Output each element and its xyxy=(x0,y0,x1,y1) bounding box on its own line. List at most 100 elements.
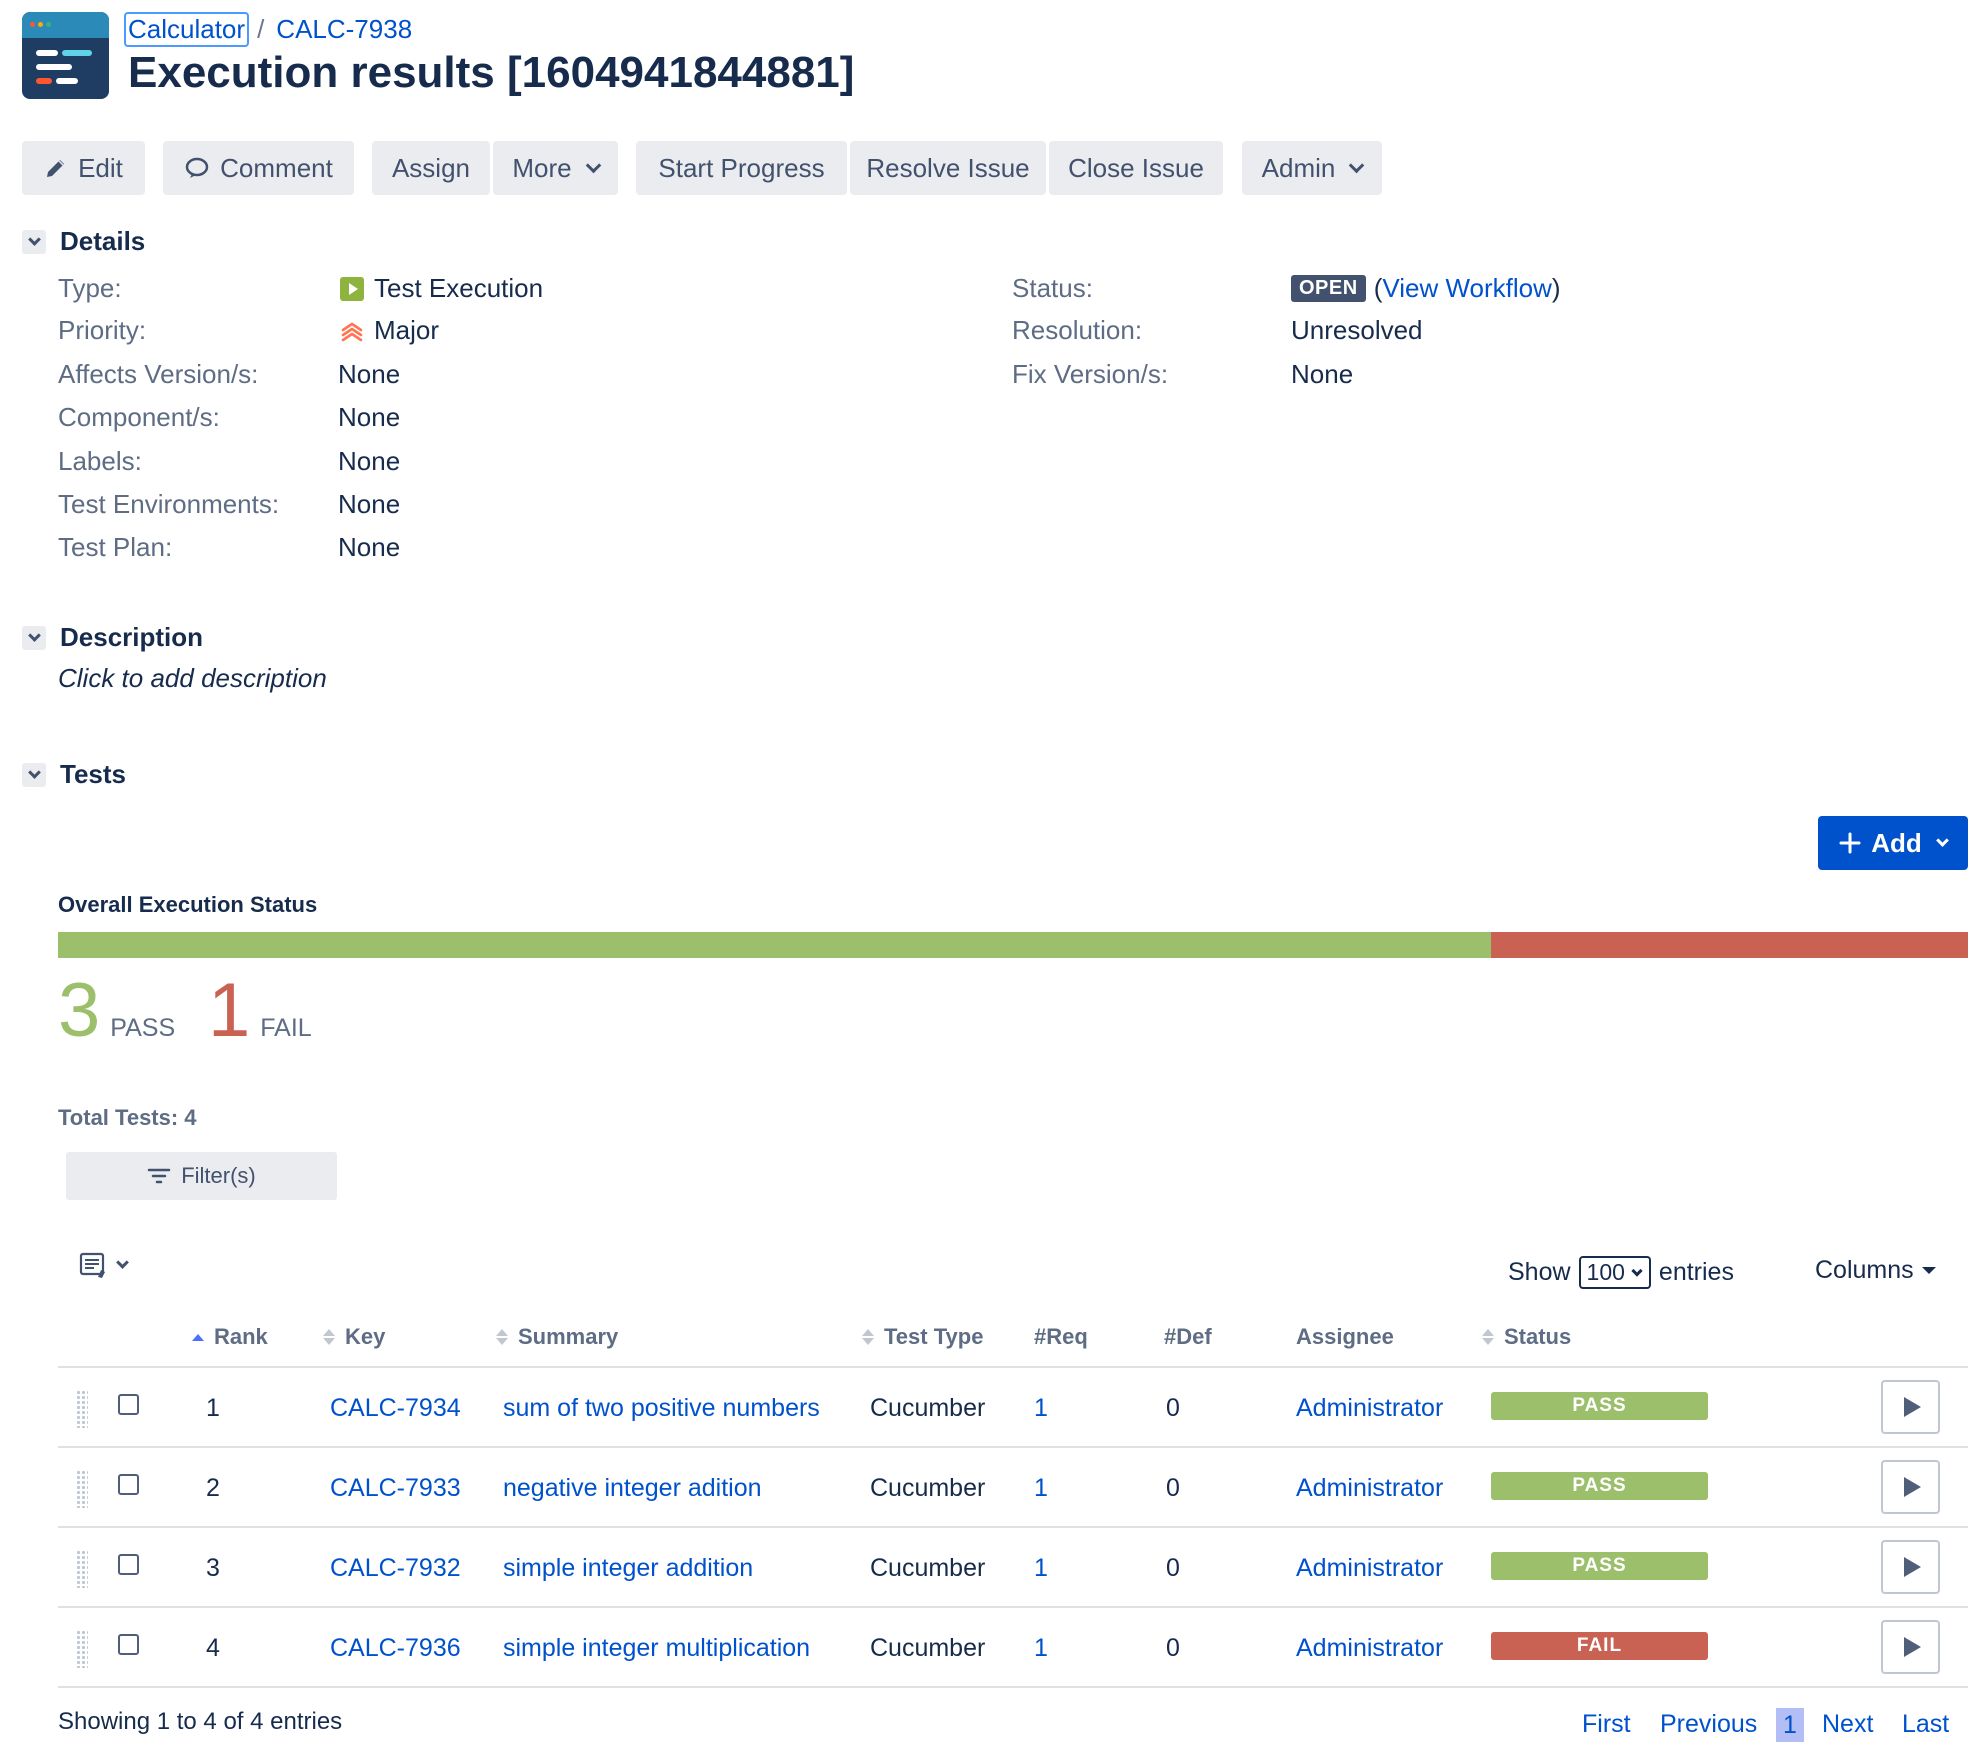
fix-version-label: Fix Version/s: xyxy=(1012,359,1169,389)
description-heading: Description xyxy=(60,622,204,652)
priority-value-text: Major xyxy=(374,315,440,345)
row-req-link[interactable]: 1 xyxy=(1034,1634,1048,1662)
row-key-link[interactable]: CALC-7932 xyxy=(330,1554,461,1582)
chevron-down-icon xyxy=(116,1255,129,1269)
view-workflow-link[interactable]: View Workflow xyxy=(1382,273,1552,303)
bulk-edit-icon xyxy=(79,1252,105,1278)
row-checkbox[interactable] xyxy=(118,1474,139,1495)
total-tests: Total Tests: 4 xyxy=(58,1105,197,1130)
row-summary-link[interactable]: simple integer multiplication xyxy=(503,1634,810,1662)
row-def: 0 xyxy=(1166,1634,1180,1662)
execute-test-button[interactable] xyxy=(1881,1540,1940,1594)
execute-test-button[interactable] xyxy=(1881,1620,1940,1674)
description-placeholder[interactable]: Click to add description xyxy=(58,663,327,694)
admin-label: Admin xyxy=(1261,152,1336,183)
test-plan-value: None xyxy=(338,532,401,562)
row-key-link[interactable]: CALC-7933 xyxy=(330,1474,461,1502)
row-checkbox[interactable] xyxy=(118,1394,139,1415)
affects-version-value: None xyxy=(338,359,401,389)
more-label: More xyxy=(512,152,572,183)
row-req-link[interactable]: 1 xyxy=(1034,1394,1048,1422)
tests-section-toggle[interactable]: Tests xyxy=(22,759,126,790)
table-actions-menu[interactable] xyxy=(78,1250,129,1280)
caret-down-icon xyxy=(1921,1267,1936,1274)
pager-next[interactable]: Next xyxy=(1822,1710,1873,1739)
details-section-toggle[interactable]: Details xyxy=(22,226,145,257)
column-header-req-label: #Req xyxy=(1034,1324,1088,1349)
table-row: 2 CALC-7933 negative integer adition Cuc… xyxy=(58,1448,1968,1528)
row-summary-link[interactable]: sum of two positive numbers xyxy=(503,1394,820,1422)
execute-test-button[interactable] xyxy=(1881,1460,1940,1514)
description-section-toggle[interactable]: Description xyxy=(22,622,203,653)
table-header-row: Rank Key Summary Test Type #Req #Def Ass… xyxy=(58,1310,1968,1368)
row-summary-link[interactable]: simple integer addition xyxy=(503,1554,753,1582)
entries-label: entries xyxy=(1658,1258,1734,1286)
play-icon xyxy=(1904,1637,1921,1657)
details-heading: Details xyxy=(60,226,146,256)
resolve-issue-label: Resolve Issue xyxy=(866,152,1030,183)
column-header-status[interactable]: Status xyxy=(1482,1324,1571,1350)
filters-button[interactable]: Filter(s) xyxy=(66,1152,337,1200)
overall-status-bar xyxy=(58,932,1968,958)
comment-button[interactable]: Comment xyxy=(163,141,354,195)
column-header-test-type[interactable]: Test Type xyxy=(862,1324,983,1350)
add-tests-button[interactable]: Add xyxy=(1818,816,1968,870)
columns-button[interactable]: Columns xyxy=(1815,1256,1936,1285)
components-value: None xyxy=(338,402,401,432)
row-key-link[interactable]: CALC-7936 xyxy=(330,1634,461,1662)
more-button[interactable]: More xyxy=(493,141,618,195)
row-test-type: Cucumber xyxy=(870,1634,986,1662)
breadcrumb: Calculator / CALC-7938 xyxy=(124,12,412,47)
status-lozenge: PASS xyxy=(1491,1392,1708,1420)
row-assignee-link[interactable]: Administrator xyxy=(1296,1474,1443,1502)
close-issue-label: Close Issue xyxy=(1068,152,1204,183)
pager-current-page[interactable]: 1 xyxy=(1776,1708,1804,1742)
breadcrumb-issue-link[interactable]: CALC-7938 xyxy=(276,14,412,45)
filter-icon xyxy=(147,1168,171,1184)
pass-count-group: 3 PASS xyxy=(58,973,175,1049)
column-header-rank[interactable]: Rank xyxy=(192,1324,268,1350)
tests-table: Rank Key Summary Test Type #Req #Def Ass… xyxy=(58,1310,1968,1688)
plus-icon xyxy=(1839,832,1861,854)
page-length-select[interactable]: 100 xyxy=(1578,1256,1651,1289)
pager-last[interactable]: Last xyxy=(1902,1710,1949,1739)
affects-version-label: Affects Version/s: xyxy=(58,359,259,389)
close-issue-button[interactable]: Close Issue xyxy=(1049,141,1223,195)
column-header-key[interactable]: Key xyxy=(323,1324,385,1350)
pager-previous[interactable]: Previous xyxy=(1660,1710,1757,1739)
pass-count-label: PASS xyxy=(110,1014,176,1042)
pass-segment xyxy=(58,932,1491,958)
project-avatar[interactable] xyxy=(22,12,109,99)
execute-test-button[interactable] xyxy=(1881,1380,1940,1434)
row-assignee-link[interactable]: Administrator xyxy=(1296,1394,1443,1422)
row-summary-link[interactable]: negative integer adition xyxy=(503,1474,762,1502)
drag-handle-icon[interactable] xyxy=(76,1390,88,1428)
pager-first[interactable]: First xyxy=(1582,1710,1631,1739)
column-header-summary[interactable]: Summary xyxy=(496,1324,618,1350)
assign-button[interactable]: Assign xyxy=(372,141,490,195)
row-key-link[interactable]: CALC-7934 xyxy=(330,1394,461,1422)
admin-button[interactable]: Admin xyxy=(1242,141,1382,195)
start-progress-button[interactable]: Start Progress xyxy=(636,141,847,195)
row-assignee-link[interactable]: Administrator xyxy=(1296,1554,1443,1582)
row-req-link[interactable]: 1 xyxy=(1034,1474,1048,1502)
column-header-test-type-label: Test Type xyxy=(884,1324,984,1349)
breadcrumb-project-link[interactable]: Calculator xyxy=(124,12,250,47)
row-assignee-link[interactable]: Administrator xyxy=(1296,1634,1443,1662)
row-checkbox[interactable] xyxy=(118,1634,139,1655)
status-lozenge: OPEN xyxy=(1291,275,1366,302)
row-rank: 3 xyxy=(206,1554,220,1582)
edit-button[interactable]: Edit xyxy=(22,141,145,195)
add-label: Add xyxy=(1871,827,1922,858)
row-req-link[interactable]: 1 xyxy=(1034,1554,1048,1582)
drag-handle-icon[interactable] xyxy=(76,1470,88,1508)
column-header-key-label: Key xyxy=(345,1324,386,1349)
type-value: Test Execution xyxy=(340,273,543,304)
drag-handle-icon[interactable] xyxy=(76,1630,88,1668)
resolve-issue-button[interactable]: Resolve Issue xyxy=(850,141,1046,195)
status-lozenge: PASS xyxy=(1491,1552,1708,1580)
resolution-label: Resolution: xyxy=(1012,315,1143,345)
row-checkbox[interactable] xyxy=(118,1554,139,1575)
drag-handle-icon[interactable] xyxy=(76,1550,88,1588)
row-rank: 1 xyxy=(206,1394,220,1422)
